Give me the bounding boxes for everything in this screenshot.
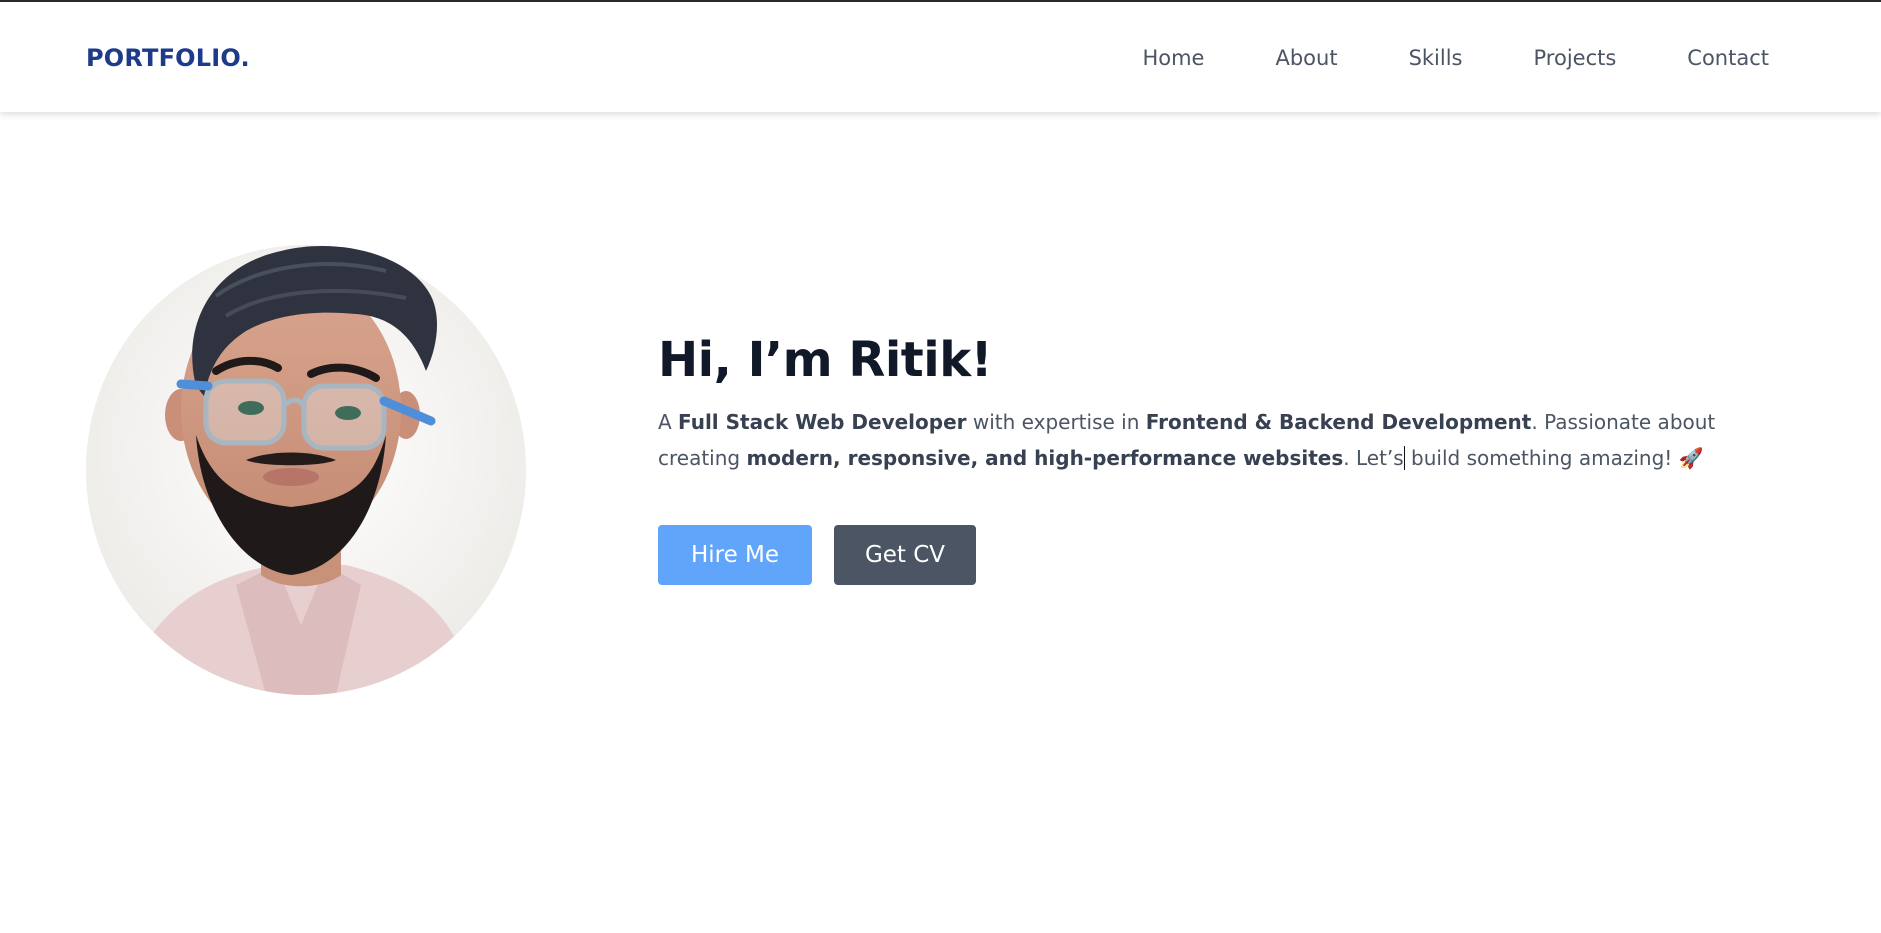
hero-section: Hi, I’m Ritik! A Full Stack Web Develope… (658, 330, 1758, 476)
intro-text-mid-1: with expertise in (966, 410, 1146, 434)
nav-link-home[interactable]: Home (1142, 46, 1204, 70)
hero-heading: Hi, I’m Ritik! (658, 332, 993, 388)
hero-actions: Hire Me Get CV (658, 525, 976, 585)
hire-me-button[interactable]: Hire Me (658, 525, 812, 585)
main-nav: Home About Skills Projects Contact (1142, 46, 1769, 70)
intro-text-suffix: build something amazing! (1404, 446, 1679, 470)
nav-link-projects[interactable]: Projects (1534, 46, 1617, 70)
nav-link-about[interactable]: About (1275, 46, 1337, 70)
navbar: PORTFOLIO. Home About Skills Projects Co… (0, 2, 1881, 112)
intro-text-mid-3: . Let’s (1343, 446, 1404, 470)
nav-link-skills[interactable]: Skills (1409, 46, 1463, 70)
hero-intro: A Full Stack Web Developer with expertis… (658, 404, 1758, 476)
rocket-icon: 🚀 (1678, 446, 1704, 470)
intro-highlight-role: Full Stack Web Developer (678, 410, 967, 434)
intro-highlight-websites: modern, responsive, and high-performance… (746, 446, 1344, 470)
intro-highlight-expertise: Frontend & Backend Development (1145, 410, 1532, 434)
hair-illustration (176, 246, 438, 451)
intro-text-prefix: A (658, 410, 679, 434)
profile-hair (86, 236, 526, 536)
get-cv-button[interactable]: Get CV (834, 525, 976, 585)
nav-link-contact[interactable]: Contact (1687, 46, 1769, 70)
brand-logo[interactable]: PORTFOLIO. (86, 44, 250, 72)
